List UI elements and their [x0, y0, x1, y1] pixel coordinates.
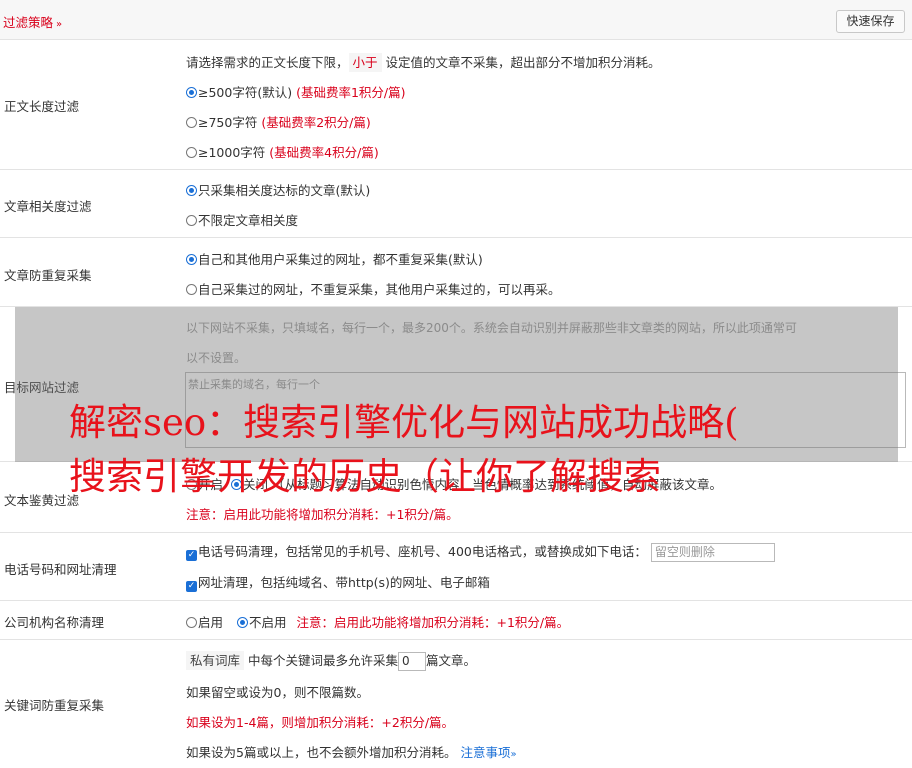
- banner-line-2: 搜索引擎开发的历史（让你了解搜索: [69, 455, 661, 498]
- banner-line-1: 解密seo：搜索引擎优化与网站成功战略(: [69, 401, 739, 444]
- private-lexicon-tag[interactable]: 私有词库: [186, 651, 245, 670]
- filter-strategy-title-text: 过滤策略: [3, 15, 54, 30]
- option-label: 只采集相关度达标的文章(默认): [198, 183, 371, 198]
- row-length-filter: 正文长度过滤 请选择需求的正文长度下限， 小于 设定值的文章不采集，超出部分不增加…: [0, 40, 912, 170]
- row-duplicate-filter: 文章防重复采集 自己和其他用户采集过的网址，都不重复采集(默认) 自己采集过的网…: [0, 238, 912, 307]
- row-label: 文章防重复采集: [4, 268, 92, 283]
- chevron-down-icon: »: [56, 19, 63, 30]
- row-label: 关键词防重复采集: [4, 698, 105, 713]
- keyword-dup-line-1: 私有词库 中每个关键词最多允许采集 0 篇文章。: [186, 650, 476, 671]
- keyword-dup-line-3: 如果设为1-4篇，则增加积分消耗：+2积分/篇。: [186, 715, 455, 730]
- length-option-1000[interactable]: ≥1000字符 (基础费率4积分/篇): [186, 142, 379, 161]
- radio-icon[interactable]: [186, 254, 197, 265]
- row-label: 正文长度过滤: [4, 99, 80, 114]
- duplicate-option-1[interactable]: 自己和其他用户采集过的网址，都不重复采集(默认): [186, 249, 483, 268]
- option-note: (基础费率2积分/篇): [261, 115, 371, 130]
- radio-icon[interactable]: [186, 87, 197, 98]
- relevance-option-2[interactable]: 不限定文章相关度: [186, 210, 298, 229]
- length-option-500[interactable]: ≥500字符(默认) (基础费率1积分/篇): [186, 82, 406, 101]
- row-label: 电话号码和网址清理: [4, 562, 117, 577]
- filter-strategy-header: 过滤策略» 快速保存: [0, 0, 912, 40]
- option-label: 启用: [198, 615, 224, 630]
- radio-icon[interactable]: [237, 617, 248, 628]
- less-than-badge: 小于: [348, 53, 382, 72]
- replacement-phone-input[interactable]: 留空则删除: [650, 543, 775, 562]
- desc-text: 设定值的文章不采集，超出部分不增加积分消耗。: [385, 55, 661, 70]
- radio-icon[interactable]: [186, 284, 197, 295]
- url-clean-option[interactable]: ✓ 网址清理，包括纯域名、带http(s)的网址、电子邮箱: [186, 572, 490, 592]
- row-keyword-dup: 关键词防重复采集 私有词库 中每个关键词最多允许采集 0 篇文章。 如果留空或设为0…: [0, 640, 912, 768]
- notes-link-label: 注意事项: [460, 745, 511, 760]
- row-phone-url-clean: 电话号码和网址清理 ✓ 电话号码清理，包括常见的手机号、座机号、400电话格式，或…: [0, 533, 912, 601]
- keyword-dup-line-2: 如果留空或设为0，则不限篇数。: [186, 685, 369, 700]
- keyword-dup-line-4: 如果设为5篇或以上，也不会额外增加积分消耗。 注意事项»: [186, 742, 517, 761]
- checkbox-icon[interactable]: ✓: [186, 550, 197, 561]
- radio-icon[interactable]: [186, 147, 197, 158]
- row-company-clean: 公司机构名称清理 启用 不启用 注意：启用此功能将增加积分消耗：+1积分/篇。: [0, 601, 912, 640]
- filter-strategy-title[interactable]: 过滤策略»: [3, 12, 62, 31]
- option-label: 不限定文章相关度: [198, 213, 299, 228]
- porn-filter-note: 注意：启用此功能将增加积分消耗：+1积分/篇。: [186, 507, 459, 522]
- chevron-down-icon: »: [510, 749, 517, 760]
- option-label: ≥750字符: [198, 115, 258, 130]
- radio-icon[interactable]: [186, 215, 197, 226]
- phone-clean-option[interactable]: ✓ 电话号码清理，包括常见的手机号、座机号、400电话格式，或替换成如下电话： 留…: [186, 541, 775, 562]
- length-filter-desc: 请选择需求的正文长度下限， 小于 设定值的文章不采集，超出部分不增加积分消耗。: [186, 52, 661, 72]
- row-label: 公司机构名称清理: [4, 615, 105, 630]
- option-note: (基础费率4积分/篇): [269, 145, 379, 160]
- desc-text: 请选择需求的正文长度下限，: [186, 55, 349, 70]
- option-label: 自己采集过的网址，不重复采集，其他用户采集过的，可以再采。: [198, 282, 561, 297]
- option-label: ≥1000字符: [198, 145, 266, 160]
- radio-icon[interactable]: [186, 117, 197, 128]
- option-label: 网址清理，包括纯域名、带http(s)的网址、电子邮箱: [198, 575, 490, 590]
- relevance-option-1[interactable]: 只采集相关度达标的文章(默认): [186, 180, 370, 199]
- option-label: 不启用: [249, 615, 287, 630]
- desc-text: 篇文章。: [426, 653, 477, 668]
- row-label: 文本鉴黄过滤: [4, 493, 80, 508]
- notes-link[interactable]: 注意事项»: [460, 745, 516, 760]
- desc-text: 中每个关键词最多允许采集: [248, 653, 399, 668]
- radio-icon[interactable]: [186, 185, 197, 196]
- length-option-750[interactable]: ≥750字符 (基础费率2积分/篇): [186, 112, 371, 131]
- desc-text: 如果设为5篇或以上，也不会额外增加积分消耗。: [186, 745, 457, 760]
- option-note: (基础费率1积分/篇): [296, 85, 406, 100]
- company-clean-note: 注意：启用此功能将增加积分消耗：+1积分/篇。: [296, 615, 570, 630]
- max-articles-input[interactable]: 0: [398, 652, 427, 671]
- row-label: 文章相关度过滤: [4, 199, 92, 214]
- quick-save-button[interactable]: 快速保存: [836, 10, 905, 33]
- radio-icon[interactable]: [186, 617, 197, 628]
- row-relevance-filter: 文章相关度过滤 只采集相关度达标的文章(默认) 不限定文章相关度: [0, 170, 912, 238]
- option-label: 自己和其他用户采集过的网址，都不重复采集(默认): [198, 252, 483, 267]
- checkbox-icon[interactable]: ✓: [186, 581, 197, 592]
- option-label: ≥500字符(默认): [198, 85, 293, 100]
- company-clean-options: 启用 不启用 注意：启用此功能将增加积分消耗：+1积分/篇。: [186, 612, 569, 631]
- duplicate-option-2[interactable]: 自己采集过的网址，不重复采集，其他用户采集过的，可以再采。: [186, 279, 561, 298]
- option-label: 电话号码清理，包括常见的手机号、座机号、400电话格式，或替换成如下电话：: [198, 544, 647, 559]
